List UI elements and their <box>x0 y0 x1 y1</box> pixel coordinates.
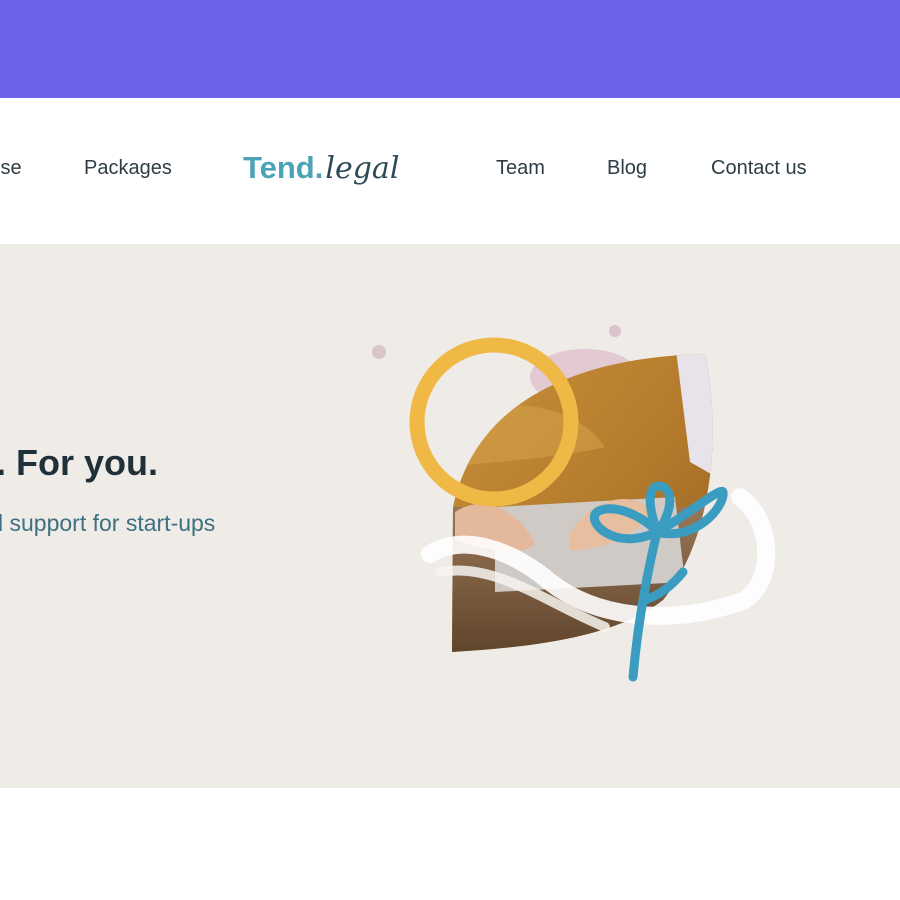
hero-subtitle: l support for start-ups <box>0 510 216 536</box>
nav-link-expertise[interactable]: ise <box>0 157 22 180</box>
hero-illustration <box>372 325 776 682</box>
hero-title: . For you. <box>0 442 158 483</box>
bottom-section <box>0 788 900 900</box>
pink-dot-left <box>372 345 386 359</box>
logo[interactable]: Tend.legal <box>243 150 399 200</box>
nav-link-packages[interactable]: Packages <box>84 157 172 180</box>
top-banner <box>0 0 900 98</box>
logo-wordmark: Tend <box>243 150 315 185</box>
pink-dot-top <box>609 325 621 337</box>
nav-link-contact-us[interactable]: Contact us <box>711 157 807 180</box>
nav-link-team[interactable]: Team <box>496 157 545 180</box>
logo-dot: . <box>314 150 324 185</box>
nav-link-blog[interactable]: Blog <box>607 157 647 180</box>
logo-script: legal <box>325 151 400 186</box>
